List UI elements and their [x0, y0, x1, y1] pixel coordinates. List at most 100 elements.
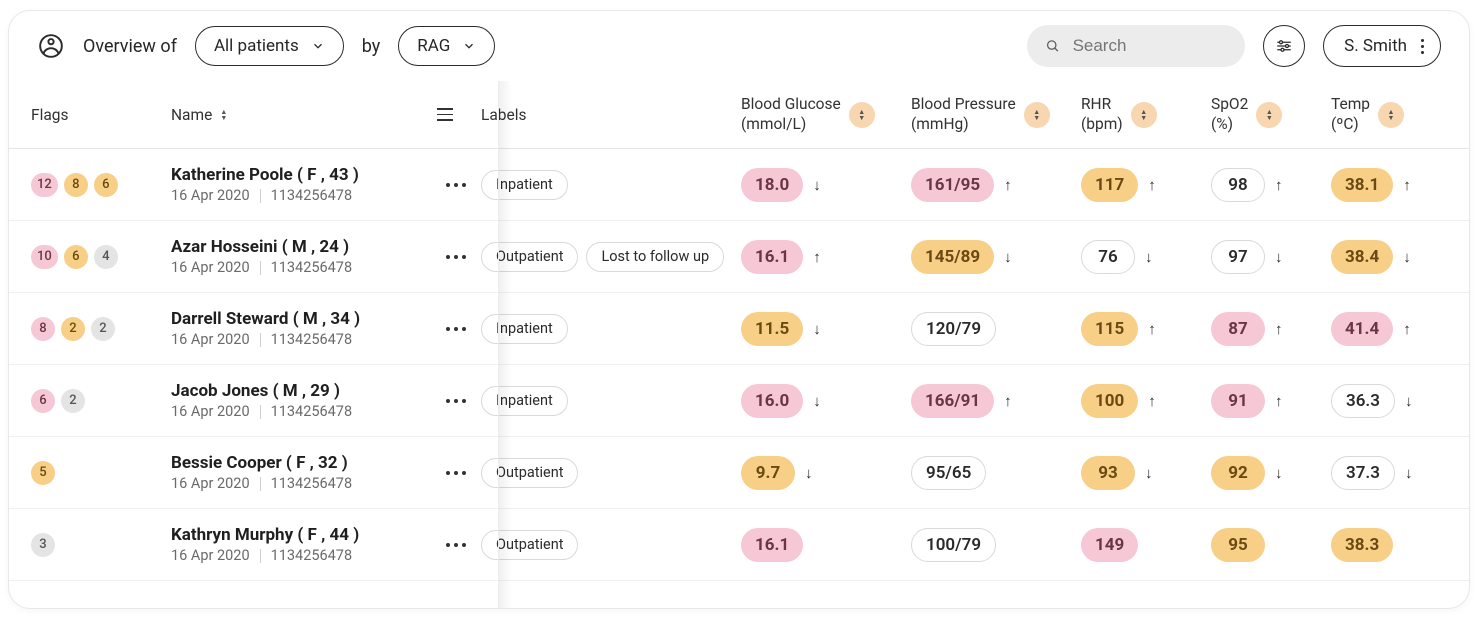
- metric-value: 97: [1211, 240, 1265, 274]
- label-chip[interactable]: Inpatient: [481, 386, 568, 416]
- sort-icon[interactable]: ▲▼: [1378, 102, 1404, 128]
- row-menu-button[interactable]: [431, 543, 481, 547]
- metric-value: 36.3: [1331, 384, 1395, 418]
- metric-cell: 93 ↓: [1081, 456, 1211, 490]
- metric-value: 41.4: [1331, 312, 1393, 346]
- col-rhr[interactable]: RHR(bpm) ▲▼: [1081, 95, 1211, 134]
- metric-cell: 18.0 ↓: [741, 168, 911, 202]
- table-row[interactable]: 3 Kathryn Murphy ( F , 44 ) 16 Apr 2020 …: [9, 509, 1469, 581]
- sort-icon[interactable]: ▲▼: [1256, 102, 1282, 128]
- metric-value: 16.1: [741, 240, 803, 274]
- chevron-down-icon: [311, 39, 325, 53]
- trend-arrow-up-icon: ↑: [813, 248, 821, 266]
- overview-prefix: Overview of: [83, 36, 177, 57]
- metric-cell: 16.1 ↑: [741, 528, 911, 562]
- patient-name: Azar Hosseini ( M , 24 ): [171, 237, 431, 257]
- row-menu-button[interactable]: [431, 471, 481, 475]
- table-row[interactable]: 62 Jacob Jones ( M , 29 ) 16 Apr 2020 11…: [9, 365, 1469, 437]
- sort-icon[interactable]: ▲▼: [220, 109, 227, 121]
- search-input[interactable]: [1071, 35, 1228, 57]
- label-chip[interactable]: Outpatient: [481, 242, 578, 272]
- patient-id: 1134256478: [271, 475, 353, 492]
- patient-date: 16 Apr 2020: [171, 475, 250, 492]
- col-spo2[interactable]: SpO2(%) ▲▼: [1211, 95, 1331, 134]
- metric-cell: 120/79 ↑: [911, 312, 1081, 346]
- row-menu-button[interactable]: [431, 255, 481, 259]
- patients-table[interactable]: Flags Name ▲▼ Labels Blood Glucose(mmol/…: [9, 81, 1469, 608]
- topbar: Overview of All patients by RAG: [9, 11, 1469, 81]
- label-chip[interactable]: Inpatient: [481, 170, 568, 200]
- dots-icon: [446, 471, 466, 475]
- metric-value: 87: [1211, 312, 1265, 346]
- table-row[interactable]: 1064 Azar Hosseini ( M , 24 ) 16 Apr 202…: [9, 221, 1469, 293]
- metric-value: 117: [1081, 168, 1138, 202]
- sliders-icon: [1275, 37, 1293, 55]
- name-cell[interactable]: Katherine Poole ( F , 43 ) 16 Apr 2020 1…: [171, 165, 431, 204]
- name-cell[interactable]: Darrell Steward ( M , 34 ) 16 Apr 2020 1…: [171, 309, 431, 348]
- trend-arrow-down-icon: ↓: [1405, 392, 1413, 410]
- label-chip[interactable]: Outpatient: [481, 530, 578, 560]
- name-cell[interactable]: Bessie Cooper ( F , 32 ) 16 Apr 2020 113…: [171, 453, 431, 492]
- search-icon: [1045, 37, 1060, 55]
- col-blood-glucose[interactable]: Blood Glucose(mmol/L) ▲▼: [741, 95, 911, 134]
- row-menu-button[interactable]: [431, 399, 481, 403]
- patient-name: Katherine Poole ( F , 43 ): [171, 165, 431, 185]
- metric-value: 98: [1211, 168, 1265, 202]
- trend-arrow-down-icon: ↓: [1145, 248, 1153, 266]
- col-name[interactable]: Name ▲▼: [171, 106, 431, 124]
- labels-cell: Inpatient: [481, 170, 741, 200]
- user-menu[interactable]: S. Smith: [1323, 25, 1441, 67]
- sort-icon[interactable]: ▲▼: [849, 102, 875, 128]
- patient-date: 16 Apr 2020: [171, 547, 250, 564]
- sort-icon[interactable]: ▲▼: [1024, 102, 1050, 128]
- flag-badge: 12: [31, 173, 58, 197]
- group-select[interactable]: RAG: [398, 26, 495, 66]
- col-blood-pressure[interactable]: Blood Pressure(mmHg) ▲▼: [911, 95, 1081, 134]
- metric-cell: 16.1 ↑: [741, 240, 911, 274]
- table-header: Flags Name ▲▼ Labels Blood Glucose(mmol/…: [9, 81, 1469, 149]
- row-menu-button[interactable]: [431, 327, 481, 331]
- metric-cell: 41.4 ↑: [1331, 312, 1451, 346]
- by-label: by: [362, 36, 381, 57]
- dots-icon: [446, 183, 466, 187]
- flag-badge: 4: [94, 245, 118, 269]
- metric-cell: 76 ↓: [1081, 240, 1211, 274]
- flags-cell: 1286: [31, 173, 171, 197]
- trend-arrow-up-icon: ↑: [1004, 392, 1012, 410]
- sort-icon[interactable]: ▲▼: [1131, 102, 1157, 128]
- metric-cell: 11.5 ↓: [741, 312, 911, 346]
- row-menu-button[interactable]: [431, 183, 481, 187]
- flag-badge: 8: [64, 173, 88, 197]
- patient-date: 16 Apr 2020: [171, 331, 250, 348]
- user-label: S. Smith: [1344, 36, 1407, 56]
- metric-cell: 97 ↓: [1211, 240, 1331, 274]
- kebab-icon: [1421, 39, 1424, 54]
- flag-badge: 2: [61, 317, 85, 341]
- col-columns-menu[interactable]: [431, 102, 481, 127]
- patient-name: Kathryn Murphy ( F , 44 ): [171, 525, 431, 545]
- metric-value: 38.1: [1331, 168, 1393, 202]
- label-chip[interactable]: Inpatient: [481, 314, 568, 344]
- table-row[interactable]: 5 Bessie Cooper ( F , 32 ) 16 Apr 2020 1…: [9, 437, 1469, 509]
- metric-value: 149: [1081, 528, 1138, 562]
- filters-button[interactable]: [1263, 25, 1305, 67]
- flag-badge: 3: [31, 533, 55, 557]
- name-cell[interactable]: Azar Hosseini ( M , 24 ) 16 Apr 2020 113…: [171, 237, 431, 276]
- name-cell[interactable]: Kathryn Murphy ( F , 44 ) 16 Apr 2020 11…: [171, 525, 431, 564]
- patient-name: Bessie Cooper ( F , 32 ): [171, 453, 431, 473]
- table-row[interactable]: 822 Darrell Steward ( M , 34 ) 16 Apr 20…: [9, 293, 1469, 365]
- col-temp[interactable]: Temp(ºC) ▲▼: [1331, 95, 1451, 134]
- labels-cell: Outpatient: [481, 458, 741, 488]
- col-flags: Flags: [31, 106, 171, 124]
- name-cell[interactable]: Jacob Jones ( M , 29 ) 16 Apr 2020 11342…: [171, 381, 431, 420]
- metric-value: 145/89: [911, 240, 994, 274]
- label-chip[interactable]: Outpatient: [481, 458, 578, 488]
- label-chip[interactable]: Lost to follow up: [586, 242, 724, 272]
- scope-select[interactable]: All patients: [195, 26, 344, 66]
- table-row[interactable]: 1286 Katherine Poole ( F , 43 ) 16 Apr 2…: [9, 149, 1469, 221]
- metric-value: 93: [1081, 456, 1135, 490]
- metric-value: 120/79: [911, 312, 996, 346]
- metric-cell: 38.3 ↑: [1331, 528, 1451, 562]
- search-box[interactable]: [1027, 25, 1245, 67]
- patient-id: 1134256478: [271, 187, 353, 204]
